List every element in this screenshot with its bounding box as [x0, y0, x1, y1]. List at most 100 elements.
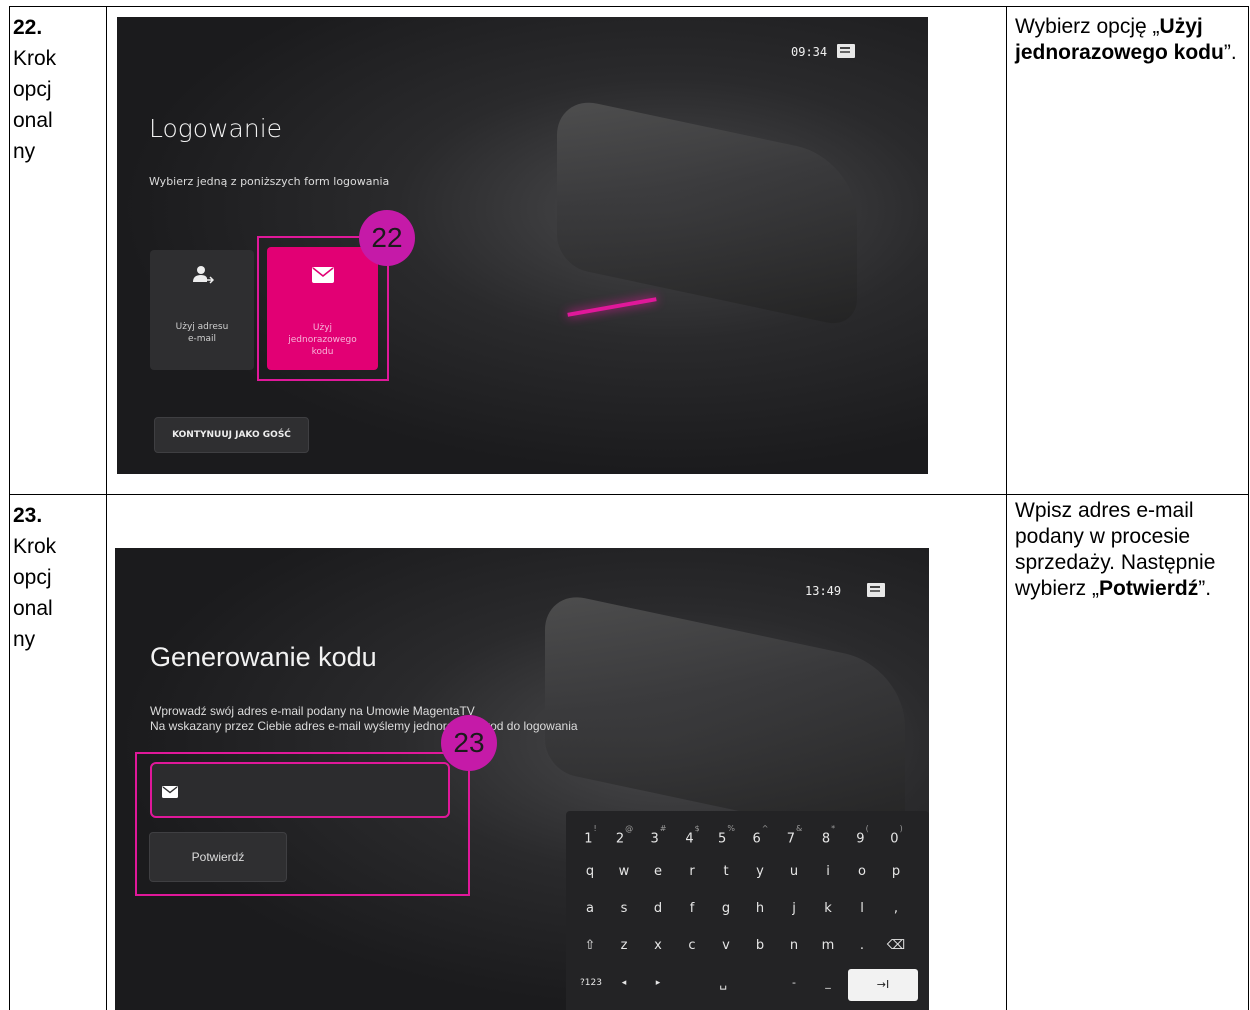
keyboard-key-label: p	[891, 864, 901, 879]
keyboard-key-label: f	[689, 901, 695, 916]
keyboard-key[interactable]: z	[610, 932, 638, 960]
step-label-line: ny	[13, 140, 36, 163]
keyboard-key[interactable]: _	[814, 969, 842, 997]
keyboard-key-label: o	[858, 864, 866, 879]
keyboard-key[interactable]: p	[882, 858, 910, 886]
keyboard-key[interactable]: a	[576, 895, 604, 923]
keyboard-key[interactable]: -	[780, 969, 808, 997]
keyboard-key[interactable]: w	[610, 858, 638, 886]
keyboard-key-symbol: @	[625, 824, 634, 833]
keyboard-key[interactable]: ,	[882, 895, 910, 923]
keyboard-key[interactable]: o	[848, 858, 876, 886]
keyboard-key-label: y	[756, 864, 764, 879]
keyboard-key[interactable]: .	[848, 932, 876, 960]
keyboard-key[interactable]: x	[644, 932, 672, 960]
keyboard-key[interactable]: i	[814, 858, 842, 886]
keyboard-key[interactable]: s	[610, 895, 638, 923]
keyboard-key[interactable]: ⇧	[576, 932, 604, 960]
keyboard-key[interactable]: 2@	[610, 821, 638, 849]
keyboard-key[interactable]: n	[780, 932, 808, 960]
step-label-line: onal	[13, 597, 53, 620]
keyboard-key[interactable]: ␣	[678, 969, 768, 997]
clock: 09:34	[791, 45, 828, 59]
keyboard-key[interactable]: ⌫	[882, 932, 910, 960]
keyboard-key[interactable]: k	[814, 895, 842, 923]
keyboard-key-label: c	[688, 938, 696, 953]
keyboard-key-label: h	[755, 901, 765, 916]
description-suffix: ”.	[1223, 41, 1237, 64]
keyboard-key[interactable]: g	[712, 895, 740, 923]
screenshot-generate-code: 13:49 Generowanie kodu Wprowadź swój adr…	[115, 548, 929, 1010]
keyboard-key[interactable]: 4$	[678, 821, 706, 849]
keyboard-key[interactable]: d	[644, 895, 672, 923]
keyboard-key[interactable]: →I	[848, 969, 918, 1001]
step-badge-22: 22	[359, 210, 415, 266]
keyboard-key[interactable]: j	[780, 895, 808, 923]
keyboard-key[interactable]: h	[746, 895, 774, 923]
keyboard-key[interactable]: 0)	[882, 821, 910, 849]
page-title: Logowanie	[149, 114, 283, 143]
keyboard-key[interactable]: f	[678, 895, 706, 923]
keyboard-key-symbol: !	[593, 824, 597, 833]
keyboard-key[interactable]: l	[848, 895, 876, 923]
tile-label-line: Użyj adresu	[175, 322, 229, 332]
keyboard-key[interactable]: 5%	[712, 821, 740, 849]
keyboard-key-label: ?123	[580, 978, 602, 988]
keyboard-key[interactable]: y	[746, 858, 774, 886]
keyboard-key-label: d	[653, 901, 663, 916]
keyboard-key-label: l	[860, 901, 864, 916]
keyboard-key-label: 3	[650, 831, 659, 847]
keyboard-key[interactable]: 8*	[814, 821, 842, 849]
keyboard-key-label: k	[824, 901, 832, 916]
magenta-tv-logo	[837, 44, 855, 58]
page-subtitle-line-2: Na wskazany przez Ciebie adres e-mail wy…	[150, 719, 578, 733]
keyboard-key[interactable]: q	[576, 858, 604, 886]
keyboard-key[interactable]: c	[678, 932, 706, 960]
table-border-right	[1248, 6, 1249, 1010]
keyboard-key-label: →I	[876, 978, 890, 991]
keyboard-key[interactable]: u	[780, 858, 808, 886]
keyboard-key[interactable]: ◂	[610, 969, 638, 997]
keyboard-key-symbol: *	[831, 824, 836, 833]
description-suffix: ”.	[1198, 577, 1212, 600]
keyboard-key[interactable]: 1!	[576, 821, 604, 849]
keyboard-key[interactable]: 7&	[780, 821, 808, 849]
keyboard-key-label: ⇧	[584, 938, 596, 953]
keyboard-key-label: g	[721, 901, 731, 916]
keyboard-key[interactable]: b	[746, 932, 774, 960]
on-screen-keyboard: 1! 2@ 3# 4$ 5% 6^ 7& 8* 9(0) q w e r t y u i o p a s d f g h j k l,…	[566, 811, 929, 1010]
user-arrow-icon	[193, 266, 214, 284]
step-cell-23: 23. Krok opcj onal ny	[13, 500, 56, 655]
keyboard-key-label: z	[620, 938, 628, 953]
keyboard-key-label: m	[821, 938, 835, 953]
page-title: Generowanie kodu	[150, 642, 377, 672]
step-badge-23: 23	[441, 715, 497, 771]
keyboard-key-label: n	[789, 938, 799, 953]
keyboard-key-label: ␣	[719, 976, 727, 990]
continue-as-guest-button[interactable]: KONTYNUUJ JAKO GOŚĆ	[154, 417, 309, 453]
keyboard-key[interactable]: v	[712, 932, 740, 960]
keyboard-key[interactable]: t	[712, 858, 740, 886]
step-number: 23.	[13, 504, 43, 527]
table-border-top	[9, 6, 1249, 7]
keyboard-key[interactable]: ▸	[644, 969, 672, 997]
keyboard-key-label: 8	[821, 831, 831, 847]
keyboard-key[interactable]: 3#	[644, 821, 672, 849]
keyboard-key-label: j	[792, 901, 796, 916]
keyboard-key-label: e	[654, 864, 662, 879]
keyboard-key[interactable]: e	[644, 858, 672, 886]
keyboard-key[interactable]: 6^	[746, 821, 774, 849]
keyboard-key[interactable]: m	[814, 932, 842, 960]
use-email-tile[interactable]: Użyj adresu e-mail	[150, 250, 254, 370]
keyboard-key[interactable]: r	[678, 858, 706, 886]
keyboard-key[interactable]: 9(	[848, 821, 876, 849]
page-subtitle-line-1: Wprowadź swój adres e-mail podany na Umo…	[150, 704, 475, 718]
keyboard-key-label: r	[689, 864, 695, 879]
table-row-divider	[9, 494, 1249, 495]
keyboard-key-label: 5	[718, 831, 727, 847]
step-label-line: Krok	[13, 47, 57, 70]
keyboard-key[interactable]: ?123	[576, 969, 606, 997]
step-label-line: opcj	[13, 566, 52, 589]
keyboard-key-label: 9	[856, 831, 865, 847]
keyboard-key-symbol: $	[694, 824, 700, 833]
